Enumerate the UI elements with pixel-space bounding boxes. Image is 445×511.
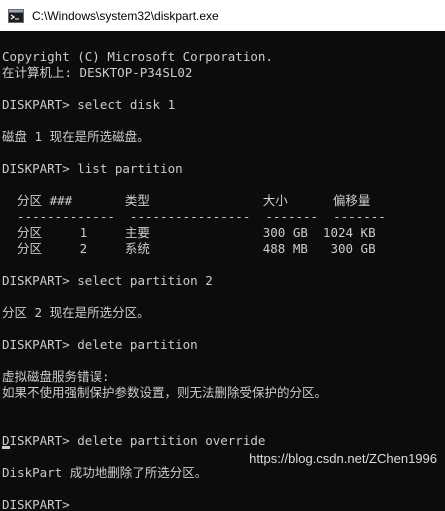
- console-line: ------------- ---------------- ------- -…: [2, 209, 386, 224]
- console-line: 如果不使用强制保护参数设置，则无法删除受保护的分区。: [2, 385, 328, 400]
- title-bar[interactable]: C:\Windows\system32\diskpart.exe: [0, 0, 445, 31]
- console-line: 磁盘 1 现在是所选磁盘。: [2, 129, 150, 144]
- console-line: DISKPART> select disk 1: [2, 97, 176, 112]
- console-line: DISKPART>: [2, 497, 70, 511]
- console-line: 分区 1 主要 300 GB 1024 KB: [2, 225, 376, 240]
- console-icon: [8, 8, 24, 24]
- window-title: C:\Windows\system32\diskpart.exe: [32, 8, 219, 23]
- console-line: 在计算机上: DESKTOP-P34SL02: [2, 65, 193, 80]
- diskpart-window: C:\Windows\system32\diskpart.exe Copyrig…: [0, 0, 445, 511]
- console-line: DiskPart 成功地删除了所选分区。: [2, 465, 208, 480]
- console-line: DISKPART> list partition: [2, 161, 183, 176]
- console-line: DISKPART> delete partition override: [2, 433, 266, 448]
- console-line: DISKPART> delete partition: [2, 337, 198, 352]
- console-output[interactable]: Copyright (C) Microsoft Corporation. 在计算机…: [0, 31, 445, 511]
- console-line: DISKPART> select partition 2: [2, 273, 213, 288]
- watermark-text: https://blog.csdn.net/ZChen1996: [249, 451, 437, 466]
- console-line: 分区 2 系统 488 MB 300 GB: [2, 241, 376, 256]
- console-line: 分区 2 现在是所选分区。: [2, 305, 150, 320]
- console-line: 虚拟磁盘服务错误:: [2, 369, 110, 384]
- console-line: 分区 ### 类型 大小 偏移量: [2, 193, 371, 208]
- text-cursor: [2, 446, 10, 449]
- console-line: Copyright (C) Microsoft Corporation.: [2, 49, 273, 64]
